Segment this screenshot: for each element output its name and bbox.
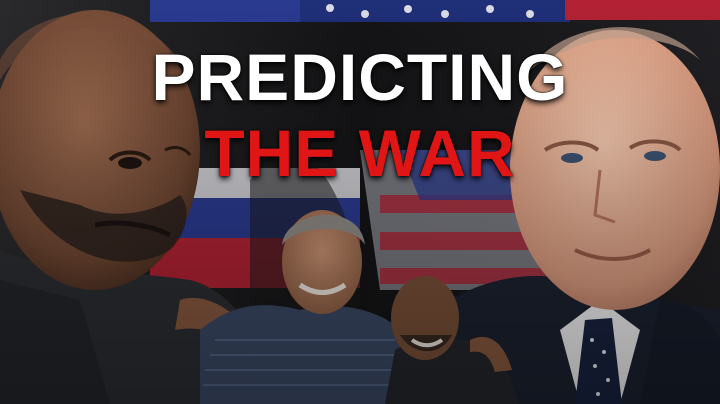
headline-line-1: PREDICTING [151,40,569,114]
video-thumbnail[interactable]: PREDICTING THE WAR [0,0,720,404]
headline-line-2: THE WAR [204,116,516,190]
